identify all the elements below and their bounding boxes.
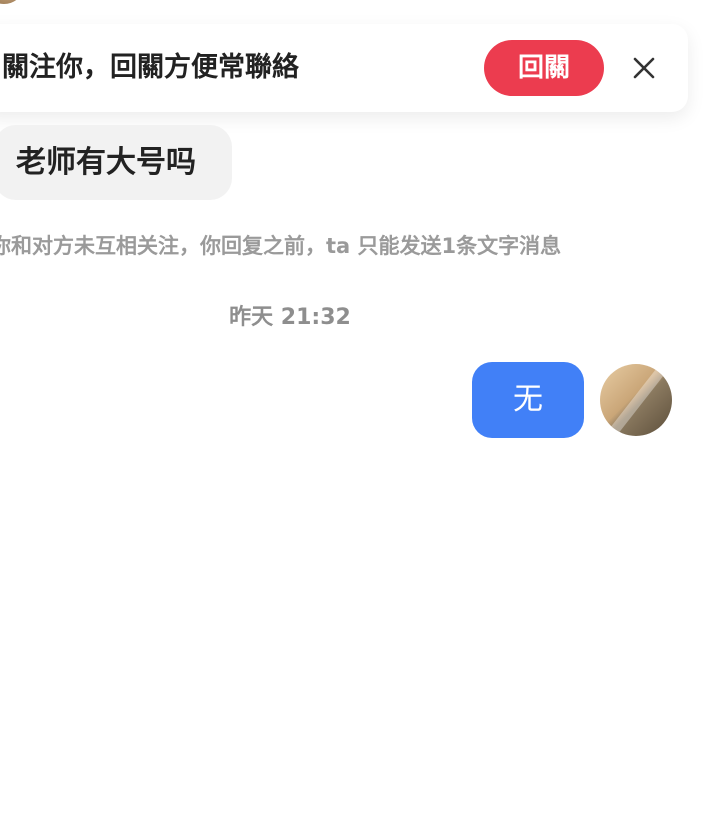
avatar-photo-highlight	[600, 364, 670, 436]
follow-back-banner: 關注你，回關方便常聯絡 回關	[0, 24, 688, 112]
follow-back-button[interactable]: 回關	[484, 40, 604, 96]
system-notice: 你和对方未互相关注，你回复之前，ta 只能发送1条文字消息	[0, 234, 562, 258]
self-avatar[interactable]	[600, 364, 672, 436]
outgoing-message-bubble[interactable]: 无	[472, 362, 584, 438]
message-timestamp: 昨天 21:32	[229, 305, 351, 330]
incoming-message-bubble[interactable]: 老师有大号吗	[0, 125, 232, 200]
sender-avatar-partial[interactable]	[0, 0, 22, 4]
close-icon[interactable]	[628, 52, 660, 84]
follow-prompt-text: 關注你，回關方便常聯絡	[2, 52, 299, 83]
incoming-message-text: 老师有大号吗	[16, 145, 196, 180]
